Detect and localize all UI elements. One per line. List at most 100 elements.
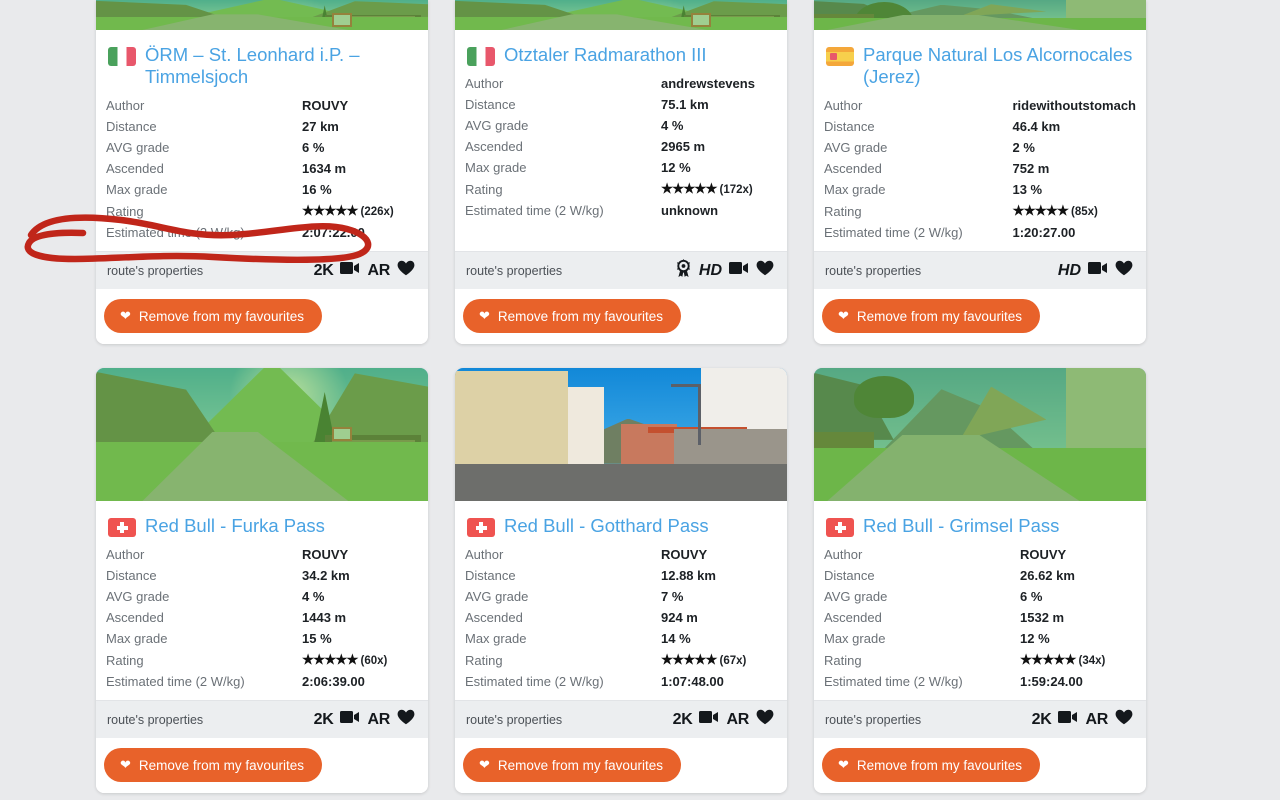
- attr-label-estimated-time: Estimated time (2 W/kg): [824, 674, 963, 689]
- attr-row-ascended: Ascended 1634 m: [106, 158, 418, 179]
- route-properties-label: route's properties: [107, 712, 204, 727]
- route-card[interactable]: ÖRM – St. Leonhard i.P. – Timmelsjoch Aut…: [96, 0, 428, 344]
- remove-from-favourites-button[interactable]: ❤ Remove from my favourites: [104, 299, 322, 333]
- author-value: ROUVY: [302, 98, 349, 113]
- card-footer: ❤ Remove from my favourites: [814, 738, 1146, 793]
- route-card[interactable]: Red Bull - Grimsel Pass Author ROUVY Distan…: [814, 368, 1146, 793]
- route-card[interactable]: Red Bull - Furka Pass Author ROUVY Distance…: [96, 368, 428, 793]
- route-title-link[interactable]: Red Bull - Gotthard Pass: [504, 515, 709, 537]
- route-properties-bar: route's properties 2K AR: [96, 700, 428, 738]
- route-title-link[interactable]: Otztaler Radmarathon III: [504, 44, 707, 66]
- attr-value-ascended: 752 m: [1012, 158, 1136, 179]
- remove-from-favourites-button[interactable]: ❤ Remove from my favourites: [463, 299, 681, 333]
- route-title: Red Bull - Furka Pass: [106, 515, 418, 537]
- attr-label-distance: Distance: [465, 568, 516, 583]
- attr-value-avg-grade: 4 %: [661, 115, 777, 136]
- attr-row-ascended: Ascended 2965 m: [465, 136, 777, 157]
- estimated-time-value: 2:06:39.00: [302, 674, 365, 689]
- route-title: Red Bull - Gotthard Pass: [465, 515, 777, 537]
- estimated-time-value: 1:20:27.00: [1012, 225, 1076, 240]
- heart-icon[interactable]: [397, 260, 415, 281]
- attr-label-avg-grade: AVG grade: [465, 118, 529, 133]
- attr-value-ascended: 1443 m: [302, 607, 418, 628]
- attr-label-estimated-time: Estimated time (2 W/kg): [106, 674, 245, 689]
- rating-count: (60x): [360, 655, 388, 667]
- attr-label-estimated-time: Estimated time (2 W/kg): [824, 225, 963, 240]
- route-properties-bar: route's properties 2K AR: [96, 251, 428, 289]
- remove-from-favourites-button[interactable]: ❤ Remove from my favourites: [104, 748, 322, 782]
- attr-value-max-grade: 13 %: [1012, 179, 1136, 200]
- attr-label-rating: Rating: [824, 652, 862, 668]
- rating-stars: ★★★★★: [1020, 652, 1077, 667]
- route-properties-bar: route's properties 2K AR: [814, 700, 1146, 738]
- video-camera-icon: [340, 261, 360, 280]
- route-attributes-table: Author andrewstevens Distance 75.1 km AVG gr…: [465, 73, 777, 221]
- attr-value-max-grade: 14 %: [661, 628, 777, 649]
- route-title-link[interactable]: ÖRM – St. Leonhard i.P. – Timmelsjoch: [145, 44, 418, 88]
- heart-icon[interactable]: [1115, 709, 1133, 730]
- attr-value-author: ROUVY: [302, 95, 418, 116]
- estimated-time-value: 1:07:48.00: [661, 674, 724, 689]
- route-properties-icons: 2K AR: [673, 709, 774, 730]
- attr-row-avg-grade: AVG grade 6 %: [824, 586, 1136, 607]
- attr-row-max-grade: Max grade 16 %: [106, 179, 418, 200]
- attr-row-rating: Rating ★★★★★ (60x): [106, 649, 418, 671]
- distance-value: 12.88 km: [661, 568, 716, 583]
- route-properties-label: route's properties: [825, 712, 922, 727]
- route-preview-image[interactable]: [455, 0, 787, 30]
- ascended-value: 924 m: [661, 610, 698, 625]
- ascended-value: 752 m: [1012, 161, 1050, 176]
- route-card[interactable]: Otztaler Radmarathon III Author andrewstev…: [455, 0, 787, 344]
- attr-value-avg-grade: 2 %: [1012, 137, 1136, 158]
- author-value: ROUVY: [661, 547, 708, 562]
- heart-icon[interactable]: [756, 709, 774, 730]
- route-properties-icons: 2K AR: [1032, 709, 1133, 730]
- attr-value-distance: 27 km: [302, 116, 418, 137]
- route-preview-image[interactable]: [814, 368, 1146, 501]
- route-title-link[interactable]: Red Bull - Furka Pass: [145, 515, 325, 537]
- remove-from-favourites-button[interactable]: ❤ Remove from my favourites: [463, 748, 681, 782]
- heart-icon[interactable]: [1115, 260, 1133, 281]
- route-preview-image[interactable]: [96, 0, 428, 30]
- heart-icon[interactable]: [397, 709, 415, 730]
- hd-badge: HD: [698, 261, 722, 279]
- route-attributes-table: Author ROUVY Distance 12.88 km AVG grade 7 % A…: [465, 544, 777, 692]
- attr-value-rating: ★★★★★ (34x): [1020, 649, 1136, 671]
- max-grade-value: 13 %: [1012, 182, 1043, 197]
- attr-value-rating: ★★★★★ (67x): [661, 649, 777, 671]
- route-preview-image[interactable]: [455, 368, 787, 501]
- route-properties-icons: 2K AR: [314, 709, 415, 730]
- route-preview-image[interactable]: [96, 368, 428, 501]
- distance-value: 46.4 km: [1012, 119, 1061, 134]
- author-value: ROUVY: [1020, 547, 1067, 562]
- card-footer: ❤ Remove from my favourites: [96, 738, 428, 793]
- award-badge-icon: [675, 259, 692, 282]
- route-properties-label: route's properties: [466, 712, 563, 727]
- video-camera-icon: [729, 261, 749, 280]
- heart-icon[interactable]: [756, 260, 774, 281]
- route-card[interactable]: Red Bull - Gotthard Pass Author ROUVY Dista…: [455, 368, 787, 793]
- ascended-value: 1443 m: [302, 610, 347, 625]
- route-title-link[interactable]: Red Bull - Grimsel Pass: [863, 515, 1059, 537]
- attr-value-ascended: 1532 m: [1020, 607, 1136, 628]
- rating-count: (85x): [1071, 206, 1098, 218]
- rating-stars: ★★★★★: [661, 652, 718, 667]
- ascended-value: 1532 m: [1020, 610, 1065, 625]
- route-preview-image[interactable]: [814, 0, 1146, 30]
- route-card[interactable]: Parque Natural Los Alcornocales (Jerez) A…: [814, 0, 1146, 344]
- ar-badge: AR: [367, 710, 390, 728]
- max-grade-value: 12 %: [661, 160, 691, 175]
- max-grade-value: 12 %: [1020, 631, 1050, 646]
- remove-from-favourites-button[interactable]: ❤ Remove from my favourites: [822, 299, 1040, 333]
- rating-count: (34x): [1078, 655, 1106, 667]
- attr-row-author: Author ROUVY: [106, 95, 418, 116]
- attr-row-estimated-time: Estimated time (2 W/kg) 1:07:48.00: [465, 671, 777, 692]
- heart-filled-icon: ❤: [838, 308, 849, 323]
- attr-row-avg-grade: AVG grade 6 %: [106, 137, 418, 158]
- route-title-link[interactable]: Parque Natural Los Alcornocales (Jerez): [863, 44, 1136, 88]
- remove-from-favourites-button[interactable]: ❤ Remove from my favourites: [822, 748, 1040, 782]
- author-value: ROUVY: [302, 547, 349, 562]
- card-body: Red Bull - Grimsel Pass Author ROUVY Distan…: [814, 501, 1146, 700]
- attr-value-author: ROUVY: [661, 544, 777, 565]
- attr-label-ascended: Ascended: [465, 610, 523, 625]
